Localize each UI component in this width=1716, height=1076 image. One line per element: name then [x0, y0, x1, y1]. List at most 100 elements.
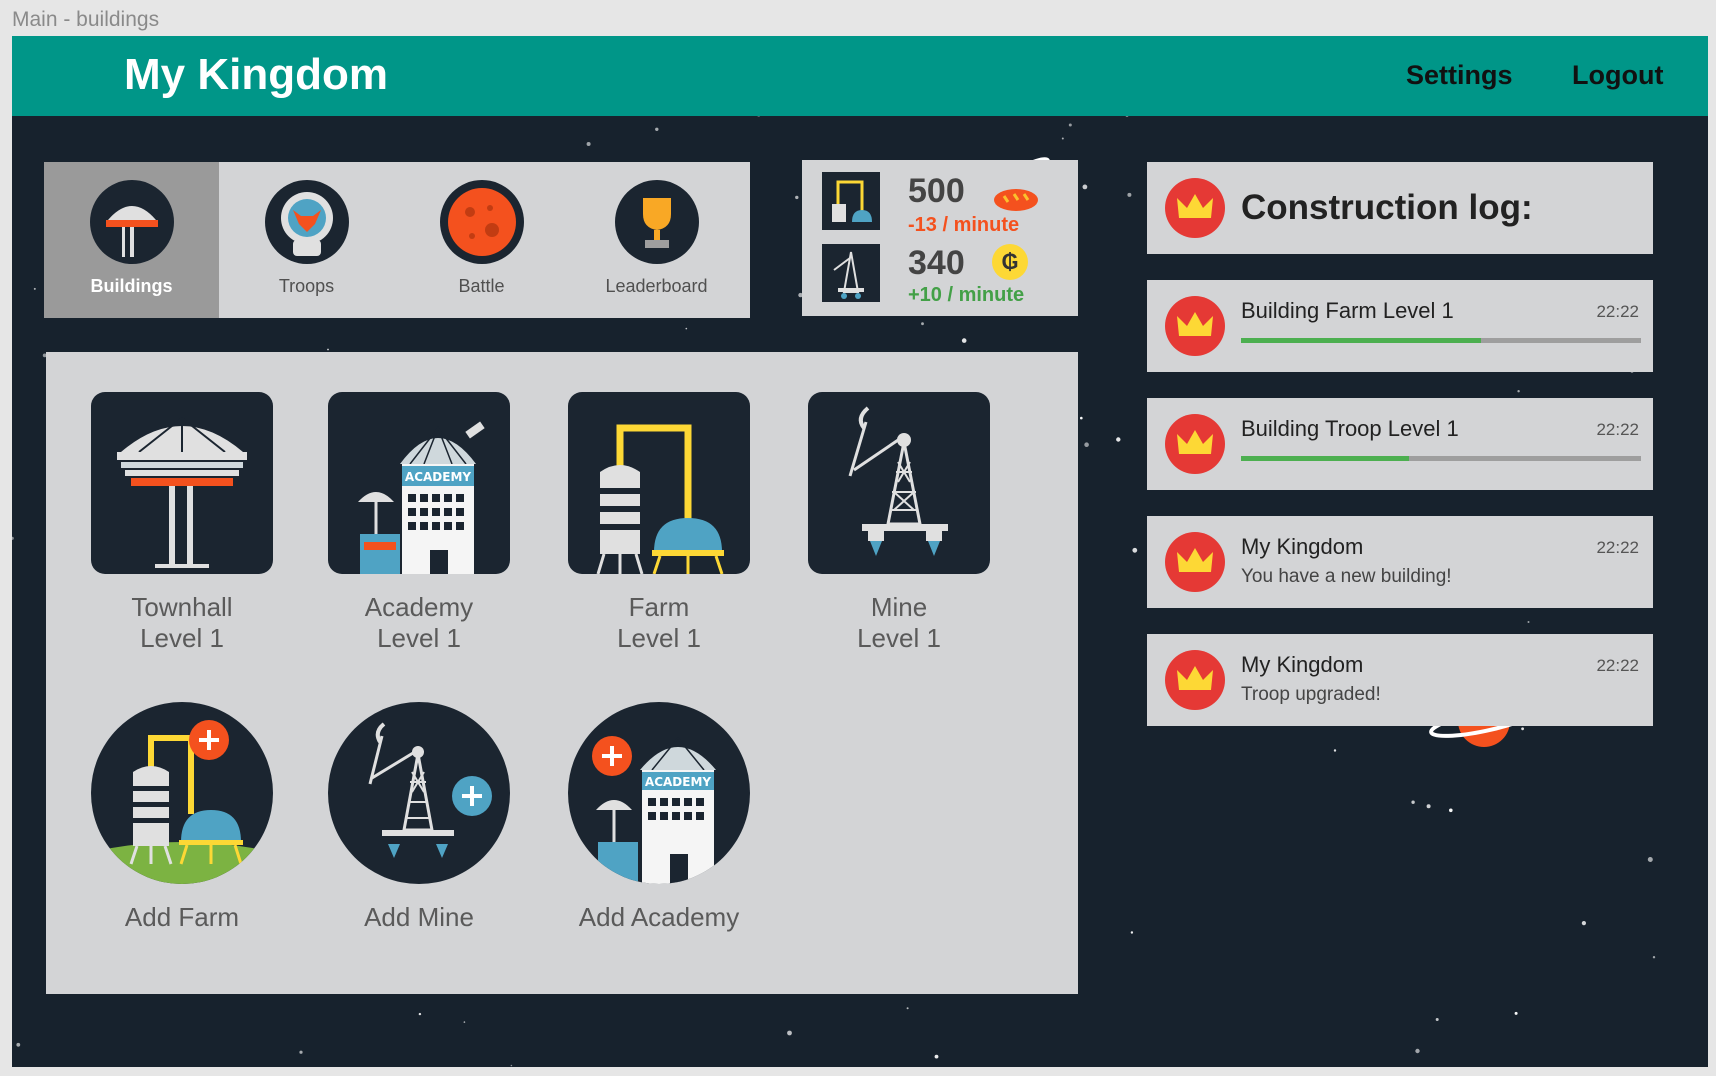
mine-thumbnail-icon [822, 244, 880, 302]
add-farm-icon [91, 702, 273, 884]
log-entry[interactable]: Building Farm Level 1 22:22 [1147, 280, 1653, 372]
add-mine-icon [328, 702, 510, 884]
log-entry-title: Building Farm Level 1 [1241, 298, 1454, 323]
building-mine[interactable]: Mine Level 1 [799, 392, 999, 654]
star [1116, 437, 1121, 442]
food-rate: -13 / minute [908, 214, 1020, 236]
crown-icon [1165, 532, 1225, 592]
farm-icon [568, 392, 750, 574]
mine-icon [808, 392, 990, 574]
star [1426, 804, 1431, 809]
building-level: Level 1 [140, 623, 224, 653]
star [327, 348, 329, 351]
star [685, 327, 688, 330]
leaderboard-icon [615, 180, 699, 264]
building-name: Academy [364, 592, 474, 622]
log-entry[interactable]: My Kingdom 22:22 You have a new building… [1147, 516, 1653, 608]
building-level: Level 1 [617, 623, 701, 653]
add-mine-button[interactable]: Add Mine [319, 702, 519, 933]
academy-icon: ACADEMY [328, 392, 510, 574]
tab-label: Buildings [90, 276, 173, 296]
log-entry-time: 22:22 [1596, 302, 1639, 321]
app-window: My Kingdom Settings Logout Buildings Tro… [12, 36, 1708, 1067]
star [1411, 800, 1415, 804]
star [906, 1007, 909, 1010]
food-resource: 500 -13 / minute [822, 172, 1082, 236]
bread-icon [994, 189, 1038, 211]
app-title: My Kingdom [124, 50, 388, 99]
star [1517, 390, 1520, 393]
star [1333, 749, 1337, 752]
add-academy-button[interactable]: ACADEMY Add Academy [559, 702, 759, 933]
townhall-icon [91, 392, 273, 574]
gold-amount: 340 [908, 244, 965, 282]
construction-log-header: Construction log: [1147, 162, 1653, 254]
tab-label: Troops [278, 276, 335, 296]
buildings-icon [90, 180, 174, 264]
crown-icon [1165, 650, 1225, 710]
add-mine-label: Add Mine [364, 902, 474, 932]
progress-bar [1241, 456, 1641, 461]
settings-link[interactable]: Settings [1406, 60, 1513, 91]
star [1415, 1048, 1420, 1054]
crown-icon [1165, 178, 1225, 238]
log-entry-title: My Kingdom [1241, 534, 1364, 559]
tab-buildings[interactable]: Buildings [44, 162, 219, 318]
crown-icon [1165, 414, 1225, 474]
star [16, 1042, 21, 1047]
star [1130, 931, 1134, 934]
tab-label: Leaderboard [605, 276, 708, 296]
log-entry-message: Troop upgraded! [1241, 684, 1381, 705]
tab-label: Battle [458, 276, 505, 296]
star [934, 1054, 939, 1059]
star [12, 536, 14, 540]
building-townhall[interactable]: Townhall Level 1 [82, 392, 282, 654]
log-entry-time: 22:22 [1596, 420, 1639, 439]
food-amount: 500 [908, 172, 965, 210]
academy-sign-text: ACADEMY [405, 470, 471, 484]
star [1084, 442, 1089, 448]
window-title: Main - buildings [12, 8, 160, 31]
buildings-panel: Townhall Level 1 ACADEMY Academy Level 1… [46, 352, 1078, 994]
gold-coin-icon: ₲ [992, 244, 1028, 280]
star [961, 338, 967, 343]
log-entry[interactable]: My Kingdom 22:22 Troop upgraded! [1147, 634, 1653, 726]
tab-bar: Buildings Troops Battle Leaderboard [44, 162, 750, 318]
crown-icon [1165, 296, 1225, 356]
building-name: Farm [628, 592, 690, 622]
star [795, 195, 799, 200]
star [510, 1064, 513, 1067]
battle-icon [440, 180, 524, 264]
log-entry-title: My Kingdom [1241, 652, 1364, 677]
construction-log-title: Construction log: [1241, 188, 1533, 227]
resources-panel: 500 -13 / minute 340 ₲ +10 / minute [802, 160, 1078, 316]
star [33, 287, 36, 290]
troops-icon [265, 180, 349, 264]
add-farm-label: Add Farm [124, 902, 240, 932]
star [418, 1012, 422, 1016]
building-academy[interactable]: ACADEMY Academy Level 1 [319, 392, 519, 654]
academy-sign-text: ACADEMY [645, 775, 711, 789]
add-farm-button[interactable]: Add Farm [82, 702, 282, 933]
farm-thumbnail-icon [822, 172, 880, 230]
progress-fill [1241, 338, 1481, 343]
building-name: Townhall [131, 592, 233, 622]
logout-link[interactable]: Logout [1572, 60, 1663, 91]
star [1082, 184, 1088, 190]
star [1514, 1011, 1518, 1015]
progress-bar [1241, 338, 1641, 343]
log-entry-title: Building Troop Level 1 [1241, 416, 1459, 441]
star [921, 322, 924, 326]
log-entry[interactable]: Building Troop Level 1 22:22 [1147, 398, 1653, 490]
building-farm[interactable]: Farm Level 1 [559, 392, 759, 654]
log-entry-time: 22:22 [1596, 538, 1639, 557]
log-entry-message: You have a new building! [1241, 566, 1452, 587]
tab-leaderboard[interactable]: Leaderboard [569, 162, 744, 318]
tab-battle[interactable]: Battle [394, 162, 569, 318]
gold-resource: 340 ₲ +10 / minute [822, 244, 1082, 306]
star [1652, 956, 1656, 959]
tab-troops[interactable]: Troops [219, 162, 394, 318]
star [463, 1021, 466, 1023]
star [299, 1050, 303, 1054]
progress-fill [1241, 456, 1409, 461]
